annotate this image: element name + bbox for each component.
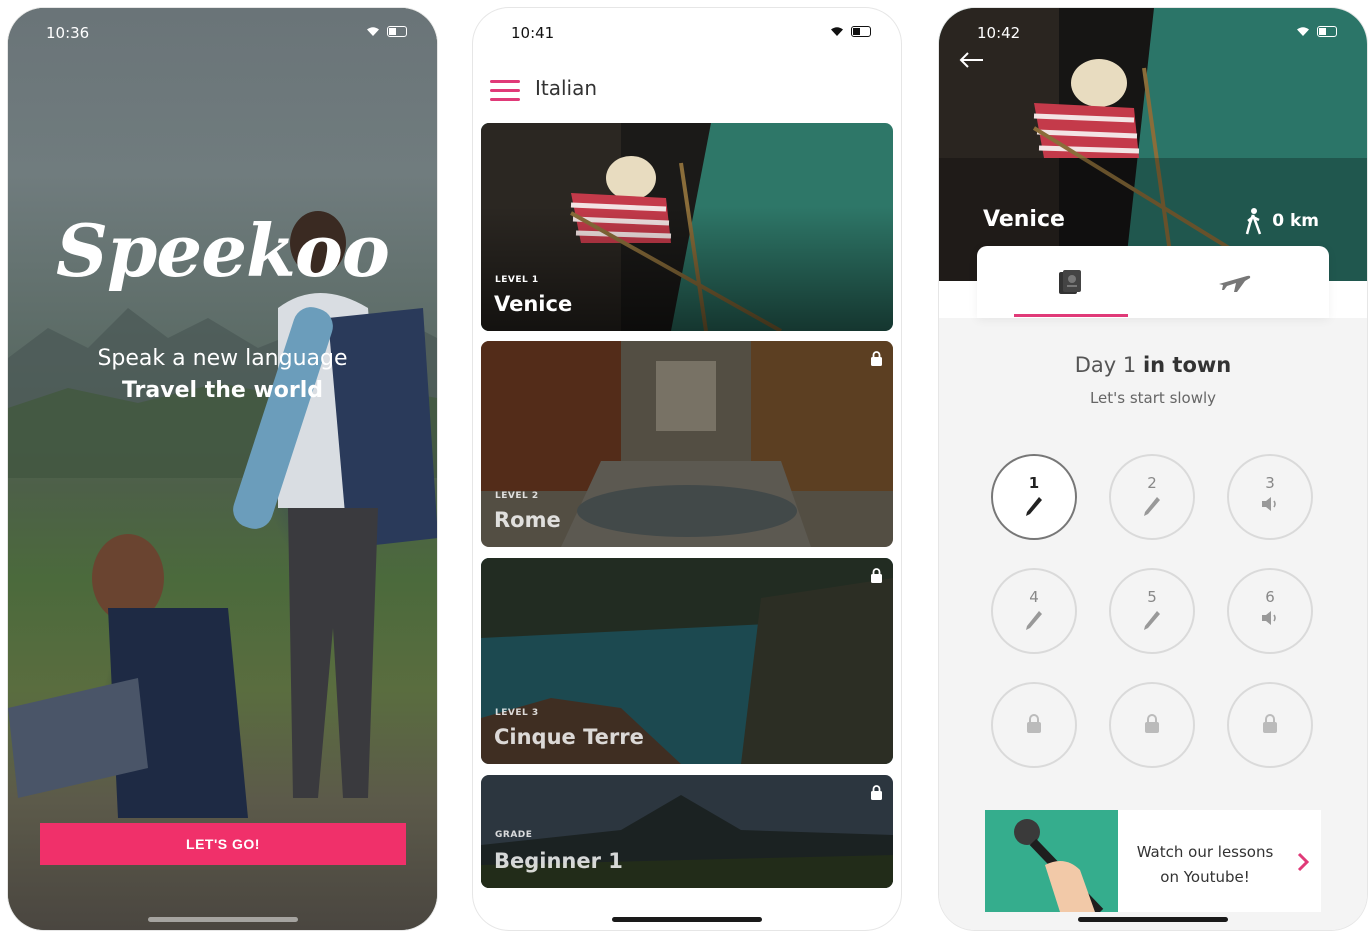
microphone-icon xyxy=(1014,819,1104,912)
welcome-screen: 10:36 Speekoo Speak a new language Trave… xyxy=(8,8,437,930)
lesson-6[interactable]: 6 xyxy=(1227,568,1313,654)
youtube-line-2: on Youtube! xyxy=(1160,868,1250,886)
back-arrow-icon[interactable] xyxy=(957,50,985,70)
card-name: Rome xyxy=(494,508,561,532)
active-tab-indicator xyxy=(1014,314,1128,317)
wifi-icon xyxy=(1297,27,1309,36)
lesson-number: 2 xyxy=(1147,474,1157,492)
course-card-rome[interactable]: LEVEL 2 Rome xyxy=(481,341,893,547)
status-bar: 10:41 xyxy=(473,22,901,44)
status-time: 10:41 xyxy=(511,24,555,42)
pencil-icon xyxy=(1144,611,1160,630)
app-logo: Speekoo xyxy=(56,208,390,293)
day-title: Day 1 in town xyxy=(939,353,1367,377)
lesson-number: 4 xyxy=(1029,588,1039,606)
hiker-sitting xyxy=(8,534,248,818)
venice-hero-photo xyxy=(939,8,1367,281)
status-bar: 10:42 xyxy=(939,22,1367,44)
card-level: LEVEL 1 xyxy=(495,275,539,285)
card-name: Venice xyxy=(494,292,573,316)
day-location: in town xyxy=(1142,353,1232,377)
lesson-1[interactable]: 1 xyxy=(991,454,1077,540)
lock-icon xyxy=(1263,714,1277,733)
course-list-screen: 10:41 Italian LEVEL 1 Venice LEVEL 2 Rom… xyxy=(473,8,901,930)
battery-icon xyxy=(851,26,871,37)
lesson-locked-8 xyxy=(1109,682,1195,768)
card-level: LEVEL 3 xyxy=(495,708,539,718)
microphone-photo xyxy=(985,810,1118,912)
card-level: LEVEL 2 xyxy=(495,491,539,501)
status-bar: 10:36 xyxy=(8,22,437,44)
hamburger-menu-icon[interactable] xyxy=(490,80,520,101)
pencil-icon xyxy=(1144,497,1160,516)
course-card-beginner-1[interactable]: GRADE Beginner 1 xyxy=(481,775,893,888)
youtube-promo[interactable]: Watch our lessons on Youtube! xyxy=(985,810,1321,912)
status-time: 10:36 xyxy=(46,24,90,42)
lesson-locked-9 xyxy=(1227,682,1313,768)
status-time: 10:42 xyxy=(977,24,1021,42)
card-name: Beginner 1 xyxy=(494,849,623,873)
lesson-4[interactable]: 4 xyxy=(991,568,1077,654)
youtube-promo-text: Watch our lessons on Youtube! xyxy=(1125,840,1285,890)
battery-icon xyxy=(1317,26,1337,37)
pencil-icon xyxy=(1026,497,1042,516)
youtube-line-1: Watch our lessons xyxy=(1136,843,1274,861)
wifi-icon xyxy=(367,27,379,36)
lesson-2[interactable]: 2 xyxy=(1109,454,1195,540)
card-name: Cinque Terre xyxy=(494,725,644,749)
lock-icon xyxy=(1145,714,1159,733)
day-subtitle: Let's start slowly xyxy=(1089,389,1217,407)
page-title: Italian xyxy=(535,76,598,100)
distance-readout: 0 km xyxy=(1244,207,1319,235)
speaker-icon xyxy=(1262,611,1276,625)
tagline-travel: Travel the world xyxy=(121,378,324,403)
lets-go-button[interactable]: LET'S GO! xyxy=(40,823,406,865)
airplane-icon xyxy=(1219,275,1251,292)
lesson-number: 5 xyxy=(1147,588,1157,606)
card-grade: GRADE xyxy=(495,830,533,840)
home-indicator[interactable] xyxy=(612,917,762,922)
lesson-locked-7 xyxy=(991,682,1077,768)
wifi-icon xyxy=(831,27,843,36)
speaker-icon xyxy=(1262,497,1276,511)
lock-icon xyxy=(871,351,882,366)
pencil-icon xyxy=(1026,611,1042,630)
lock-icon xyxy=(871,785,882,800)
lock-icon xyxy=(1027,714,1041,733)
course-card-venice[interactable]: LEVEL 1 Venice xyxy=(481,123,893,331)
passport-icon xyxy=(1059,270,1081,294)
course-card-cinque-terre[interactable]: LEVEL 3 Cinque Terre xyxy=(481,558,893,764)
lesson-screen: 10:42 Venice 0 km Day 1 in town Let's st… xyxy=(939,8,1367,930)
chevron-right-icon[interactable] xyxy=(1297,852,1309,872)
home-indicator[interactable] xyxy=(147,917,298,922)
tab-passport[interactable] xyxy=(977,246,1153,318)
day-number: Day 1 xyxy=(1074,353,1137,377)
hiker-icon xyxy=(1246,208,1262,235)
battery-icon xyxy=(387,26,407,37)
lock-icon xyxy=(871,568,882,583)
mode-tabs xyxy=(977,246,1329,318)
lesson-number: 1 xyxy=(1028,474,1040,492)
distance-value: 0 km xyxy=(1272,211,1319,231)
tagline-speak: Speak a new language xyxy=(97,346,348,371)
lesson-5[interactable]: 5 xyxy=(1109,568,1195,654)
lesson-number: 3 xyxy=(1265,474,1275,492)
lesson-number: 6 xyxy=(1265,588,1275,606)
home-indicator[interactable] xyxy=(1078,917,1228,922)
tab-travel[interactable] xyxy=(1153,246,1329,318)
lesson-3[interactable]: 3 xyxy=(1227,454,1313,540)
city-title: Venice xyxy=(983,207,1065,232)
